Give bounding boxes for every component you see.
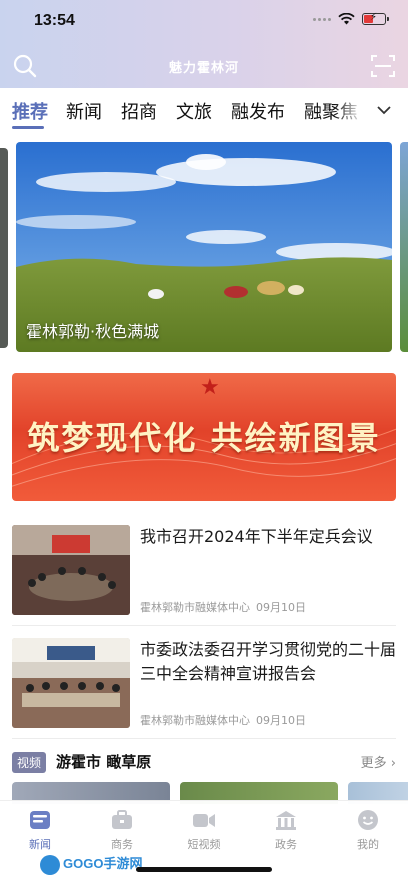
status-bar: 13:54 ⚡ (0, 0, 408, 44)
news-list-item[interactable]: 我市召开2024年下半年定兵会议 霍林郭勒市融媒体中心 09月10日 (12, 525, 396, 625)
nav-label-business: 商务 (111, 838, 133, 851)
more-link[interactable]: 更多 › (361, 752, 396, 771)
tab-news[interactable]: 新闻 (66, 98, 102, 124)
wifi-icon (338, 13, 355, 25)
news-thumbnail (12, 525, 130, 615)
more-link-label: 更多 (360, 756, 387, 771)
status-time: 13:54 (34, 12, 75, 29)
carousel-slide[interactable]: 霍林郭勒·秋色满城 (16, 142, 392, 352)
briefcase-icon (112, 810, 132, 829)
news-date: 09月10日 (256, 714, 306, 727)
nav-label-news: 新闻 (29, 838, 51, 851)
smiley-face-icon (358, 810, 378, 830)
nav-item-business[interactable]: 商务 (92, 809, 152, 852)
video-section-title: 游霍市 瞰草原 (56, 753, 152, 771)
video-section-header: 视频 游霍市 瞰草原 更多 › (12, 748, 396, 776)
nav-item-short-video[interactable]: 短视频 (174, 809, 234, 852)
nav-item-government[interactable]: 政务 (256, 809, 316, 852)
news-meta: 霍林郭勒市融媒体中心 09月10日 (140, 599, 306, 615)
nav-label-short-video: 短视频 (187, 838, 221, 851)
chevron-right-icon: › (390, 756, 396, 771)
divider (12, 625, 396, 626)
home-indicator[interactable] (136, 867, 272, 872)
carousel-next-slide[interactable] (400, 142, 408, 352)
video-camera-icon (193, 814, 215, 827)
category-tabs: 推荐 新闻 招商 文旅 融发布 融聚焦 (0, 88, 408, 132)
news-meta: 霍林郭勒市融媒体中心 09月10日 (140, 712, 306, 728)
news-date: 09月10日 (256, 601, 306, 614)
watermark-text: GOGO手游网 (63, 856, 143, 871)
news-title: 市委政法委召开学习贯彻党的二十届三中全会精神宣讲报告会 (140, 640, 397, 683)
nav-label-government: 政务 (275, 838, 297, 851)
star-emblem-icon: ★ (200, 375, 220, 400)
tab-culture-tourism[interactable]: 文旅 (176, 98, 212, 124)
watermark-mark (40, 854, 60, 875)
promo-banner[interactable]: ★ 筑梦现代化 共绘新图景 (12, 373, 396, 501)
nav-label-mine: 我的 (357, 838, 379, 851)
nav-item-mine[interactable]: 我的 (338, 809, 398, 852)
cellular-signal-icon (313, 17, 331, 21)
tabs-fade (334, 88, 364, 132)
tab-release[interactable]: 融发布 (231, 98, 285, 124)
tab-investment[interactable]: 招商 (121, 98, 157, 124)
image-carousel[interactable]: 霍林郭勒·秋色满城 (0, 138, 408, 356)
active-tab-indicator (12, 126, 44, 129)
news-source: 霍林郭勒市融媒体中心 (140, 601, 250, 614)
scan-icon[interactable] (370, 53, 396, 79)
nav-item-news[interactable]: 新闻 (10, 809, 70, 852)
news-title: 我市召开2024年下半年定兵会议 (140, 527, 373, 546)
news-list-item[interactable]: 市委政法委召开学习贯彻党的二十届三中全会精神宣讲报告会 霍林郭勒市融媒体中心 09… (12, 638, 396, 738)
carousel-caption: 霍林郭勒·秋色满城 (26, 322, 160, 341)
tab-recommend[interactable]: 推荐 (12, 98, 48, 124)
video-badge: 视频 (12, 752, 47, 773)
divider (12, 738, 396, 739)
news-source: 霍林郭勒市融媒体中心 (140, 714, 250, 727)
carousel-prev-slide[interactable] (0, 148, 8, 348)
app-title: 魅力霍林河 (168, 61, 239, 76)
government-building-icon (276, 811, 296, 830)
news-thumbnail (12, 638, 130, 728)
watermark-logo: GOGO手游网 (40, 853, 142, 875)
banner-slogan: 筑梦现代化 共绘新图景 (27, 419, 381, 457)
chevron-down-icon[interactable] (374, 100, 394, 120)
status-icons: ⚡ (313, 12, 389, 25)
news-icon (30, 811, 50, 829)
battery-icon: ⚡ (362, 12, 389, 25)
app-header: 魅力霍林河 (0, 44, 408, 88)
